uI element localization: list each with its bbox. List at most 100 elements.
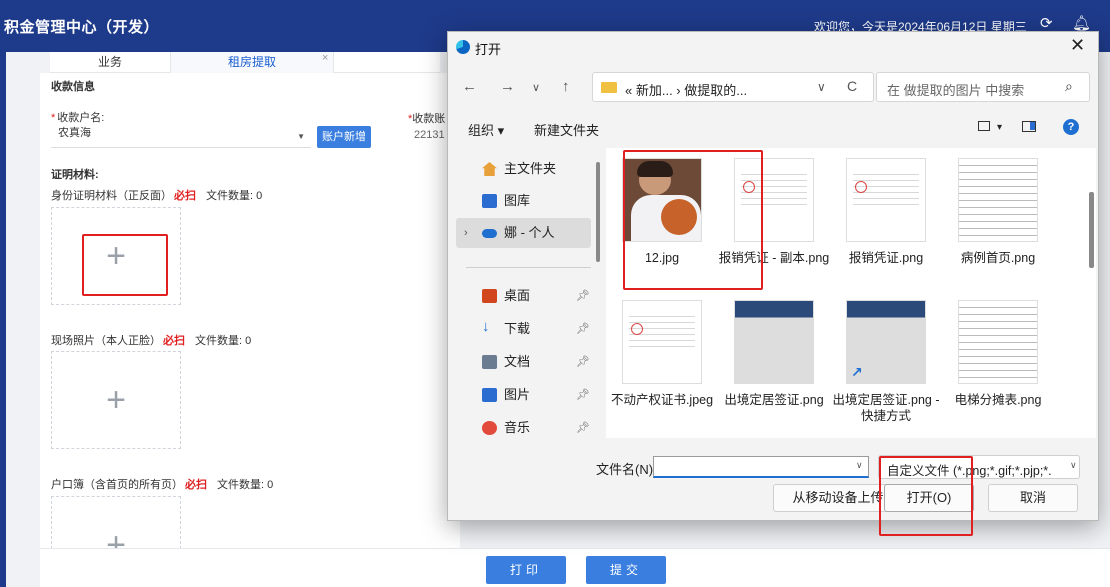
back-arrow-icon[interactable]: ← xyxy=(462,78,477,95)
submit-button[interactable]: 提交 xyxy=(586,556,666,584)
annotation-highlight xyxy=(82,234,168,296)
document-thumbnail xyxy=(846,158,926,242)
pin-icon[interactable]: 📌︎ xyxy=(576,314,590,344)
document-thumbnail xyxy=(622,300,702,384)
visa-thumbnail xyxy=(734,300,814,384)
tab-rental-withdrawal[interactable]: 租房提取 xyxy=(170,52,334,73)
tab-close-icon[interactable]: × xyxy=(322,52,328,64)
upload-box-photo[interactable]: + xyxy=(51,351,181,449)
forward-arrow-icon[interactable]: → xyxy=(500,78,515,95)
document-thumbnail xyxy=(958,300,1038,384)
file-item[interactable]: 出境定居签证.png xyxy=(718,294,830,434)
sidebar-scrollbar[interactable] xyxy=(596,162,600,262)
file-name: 出境定居签证.png - 快捷方式 xyxy=(832,393,940,423)
tab-business[interactable]: 业务 xyxy=(50,52,170,73)
doc-label-id: 身份证明材料（正反面） 必扫 文件数量: 0 xyxy=(51,190,263,202)
music-icon xyxy=(482,421,497,435)
shortcut-arrow-icon: ↗ xyxy=(851,364,863,380)
pin-icon[interactable]: 📌︎ xyxy=(576,380,590,410)
help-icon[interactable]: ? xyxy=(1063,119,1079,135)
refresh-icon[interactable]: C xyxy=(847,78,857,94)
nav-pane: 主文件夹 图库 › 娜 - 个人 桌面 📌︎ ↓ 下载 📌︎ 文档 📌︎ 图片 … xyxy=(448,148,598,438)
recent-chevron-icon[interactable]: ∨ xyxy=(532,81,540,94)
browser-logo-icon xyxy=(456,40,470,54)
cancel-button[interactable]: 取消 xyxy=(988,484,1078,512)
close-icon[interactable]: ✕ xyxy=(1070,35,1085,56)
documents-icon xyxy=(482,355,497,369)
section-docs-title: 证明材料: xyxy=(51,169,99,181)
pin-icon[interactable]: 📌︎ xyxy=(576,347,590,377)
content-scrollbar[interactable] xyxy=(1089,192,1094,268)
sidebar-item-downloads[interactable]: ↓ 下载 📌︎ xyxy=(456,314,591,344)
account-label: *收款账 xyxy=(408,113,446,125)
up-arrow-icon[interactable]: ↑ xyxy=(562,78,570,95)
search-input[interactable]: 在 做提取的图片 中搜索 ⌕ xyxy=(876,72,1090,102)
expand-chevron-icon[interactable]: › xyxy=(464,218,468,248)
dialog-toolbar: 组织 ▾ 新建文件夹 ▾ ? xyxy=(448,112,1098,146)
section-receipt-title: 收款信息 xyxy=(51,81,95,93)
dialog-title: 打开 xyxy=(475,42,502,57)
new-account-button[interactable]: 账户新增 xyxy=(317,126,371,148)
pictures-icon xyxy=(482,388,497,402)
view-dropdown-chevron-icon[interactable]: ▾ xyxy=(997,122,1002,133)
file-name: 病例首页.png xyxy=(960,251,1036,265)
file-item[interactable]: 报销凭证.png xyxy=(830,152,942,292)
print-button[interactable]: 打印 xyxy=(486,556,566,584)
gallery-icon xyxy=(482,194,497,208)
file-item[interactable]: 不动产权证书.jpeg xyxy=(606,294,718,434)
account-value: 22131 xyxy=(414,129,445,141)
sidebar-item-documents[interactable]: 文档 📌︎ xyxy=(456,347,591,377)
sidebar-item-home[interactable]: 主文件夹 xyxy=(456,154,591,184)
filename-label: 文件名(N): xyxy=(596,462,657,477)
payee-value: 农真海 xyxy=(58,127,91,139)
home-icon xyxy=(482,162,497,176)
payee-select[interactable]: 农真海 ▼ xyxy=(51,124,311,148)
payee-label: * 收款户名: xyxy=(51,112,105,124)
pin-icon[interactable]: 📌︎ xyxy=(576,413,590,438)
download-icon: ↓ xyxy=(482,318,490,335)
plus-icon: + xyxy=(106,381,126,419)
sidebar-item-onedrive[interactable]: › 娜 - 个人 xyxy=(456,218,591,248)
bottom-action-bar xyxy=(40,548,1110,587)
preview-pane-icon[interactable] xyxy=(1022,121,1036,132)
refresh-icon[interactable]: ⟳ xyxy=(1040,14,1053,32)
file-name: 出境定居签证.png xyxy=(724,393,824,407)
chevron-down-icon[interactable]: ∨ xyxy=(856,460,863,471)
sidebar-item-gallery[interactable]: 图库 xyxy=(456,186,591,216)
left-nav-strip xyxy=(0,52,6,587)
address-path: « 新加... › 做提取的... xyxy=(625,83,748,98)
visa-thumbnail: ↗ xyxy=(846,300,926,384)
onedrive-icon xyxy=(482,229,497,238)
chevron-down-icon[interactable]: ∨ xyxy=(817,80,826,94)
file-name: 电梯分摊表.png xyxy=(954,393,1042,407)
view-mode-icon[interactable] xyxy=(978,121,990,131)
doc-label-photo: 现场照片（本人正脸） 必扫 文件数量: 0 xyxy=(51,335,252,347)
new-folder-button[interactable]: 新建文件夹 xyxy=(534,120,599,139)
document-thumbnail xyxy=(958,158,1038,242)
pin-icon[interactable]: 📌︎ xyxy=(576,281,590,311)
sidebar-item-desktop[interactable]: 桌面 📌︎ xyxy=(456,281,591,311)
search-icon: ⌕ xyxy=(1065,78,1073,94)
annotation-highlight xyxy=(879,456,973,536)
address-bar[interactable]: « 新加... › 做提取的... ∨ C xyxy=(592,72,874,102)
sidebar-divider xyxy=(466,267,591,268)
chevron-down-icon: ▼ xyxy=(297,132,305,141)
search-placeholder: 在 做提取的图片 中搜索 xyxy=(887,83,1025,98)
annotation-highlight xyxy=(623,150,763,290)
dialog-navbar: ← → ∨ ↑ « 新加... › 做提取的... ∨ C 在 做提取的图片 中… xyxy=(448,68,1098,108)
sidebar-item-pictures[interactable]: 图片 📌︎ xyxy=(456,380,591,410)
bell-icon[interactable]: 🔔︎ xyxy=(1072,14,1091,32)
doc-label-household: 户口簿（含首页的所有页） 必扫 文件数量: 0 xyxy=(51,479,274,491)
open-file-dialog: 打开 ✕ ← → ∨ ↑ « 新加... › 做提取的... ∨ C 在 做提取… xyxy=(447,31,1099,521)
file-item[interactable]: 病例首页.png xyxy=(942,152,1054,292)
sidebar-item-music[interactable]: 音乐 📌︎ xyxy=(456,413,591,438)
desktop-icon xyxy=(482,289,497,303)
dialog-titlebar: 打开 ✕ xyxy=(448,32,1098,64)
file-item[interactable]: 电梯分摊表.png xyxy=(942,294,1054,434)
file-item[interactable]: ↗ 出境定居签证.png - 快捷方式 xyxy=(830,294,942,434)
folder-icon xyxy=(601,82,617,93)
app-title: 积金管理中心（开发） xyxy=(4,19,160,36)
chevron-down-icon[interactable]: ∨ xyxy=(1070,460,1077,471)
organize-menu[interactable]: 组织 ▾ xyxy=(468,120,504,139)
filename-input[interactable] xyxy=(653,456,869,478)
